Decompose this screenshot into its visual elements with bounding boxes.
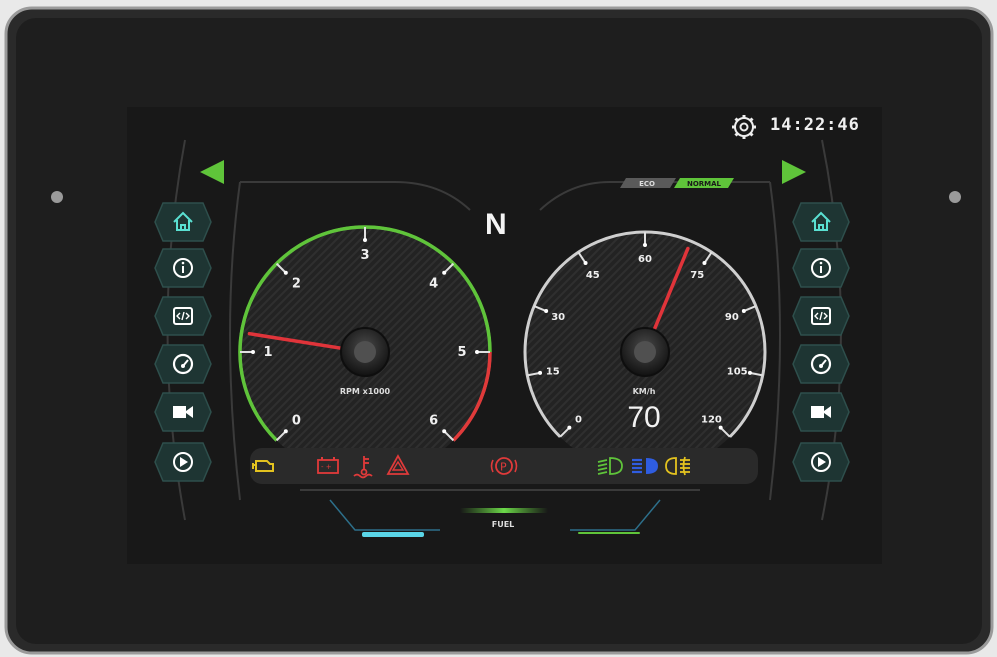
speed-unit-label: KM/h [632,387,656,396]
gauge-tick-dot [442,270,447,275]
gauge-hub-cap [634,341,656,363]
gauge-tick-dot [643,243,647,247]
gauge-tick-label: 105 [727,366,748,377]
gauge-tick-label: 4 [429,276,438,291]
nav-left-gauge-button[interactable] [154,344,212,384]
nav-left-code-button[interactable] [154,296,212,336]
mode-eco-label[interactable]: ECO [623,180,671,188]
mount-hole-left [51,191,63,203]
gauge-tick-dot [442,429,447,434]
gauge-tick-label: 90 [725,312,739,323]
fuel-label: FUEL [491,520,515,529]
gauge-tick-dot [538,370,543,375]
gauge-tick-label: 75 [690,270,704,281]
nav-right-camera-button[interactable] [792,392,850,432]
nav-right-code-button[interactable] [792,296,850,336]
mount-hole-right [949,191,961,203]
gauge-tick-label: 60 [638,254,652,265]
oil-level-bar [578,532,640,534]
gear-indicator: N [485,208,507,241]
gauge-tick-label: 2 [292,276,301,291]
nav-right-gauge-button[interactable] [792,344,850,384]
speed-readout: 70 [627,401,661,434]
fuel-level-bar [460,508,548,513]
nav-right-play-button[interactable] [792,442,850,482]
gauge-tick-label: 0 [292,414,301,429]
gauge-tick-label: 30 [551,312,565,323]
gauge-tick-label: 6 [429,414,438,429]
speedometer: 0 15 30 45 60 75 90 105 120 [523,230,767,472]
svg-text:P: P [500,461,507,474]
svg-text:- +: - + [321,463,332,471]
gauge-tick-dot [475,350,479,354]
nav-right-info-button[interactable] [792,248,850,288]
gauge-tick-dot [251,350,255,354]
gauge-tick-dot [283,270,288,275]
gauge-tick-dot [747,370,752,375]
gauge-tick-label: 1 [263,345,272,360]
gauge-tick-label: 45 [586,270,600,281]
nav-left-play-button[interactable] [154,442,212,482]
nav-left-camera-button[interactable] [154,392,212,432]
nav-left-info-button[interactable] [154,248,212,288]
gauge-hub-cap [354,341,376,363]
gauge-tick-dot [567,425,572,430]
gauge-tick-label: 0 [575,414,582,425]
gauge-tick-dot [583,261,588,266]
gauge-tick-dot [702,261,707,266]
gauge-tick-dot [544,309,549,314]
rpm-unit-label: RPM x1000 [339,387,391,396]
gauge-tick-dot [718,425,723,430]
gauge-tick-label: 15 [546,366,560,377]
clock-display: 14:22:46 [770,115,860,135]
gauge-tick-label: 5 [457,345,466,360]
tachometer: 0 1 2 3 4 5 6 [238,225,492,477]
gauge-tick-label: 120 [701,414,722,425]
mode-normal-label[interactable]: NORMAL [676,180,732,188]
dashboard-canvas: 0123456 0153045607590105120 - + P [4,6,994,655]
gauge-tick-dot [283,429,288,434]
gauge-tick-label: 3 [360,248,369,263]
nav-right-home-button[interactable] [792,202,850,242]
gauge-tick-dot [741,309,746,314]
coolant-level-bar [362,532,424,537]
nav-left-home-button[interactable] [154,202,212,242]
gauge-tick-dot [363,238,367,242]
